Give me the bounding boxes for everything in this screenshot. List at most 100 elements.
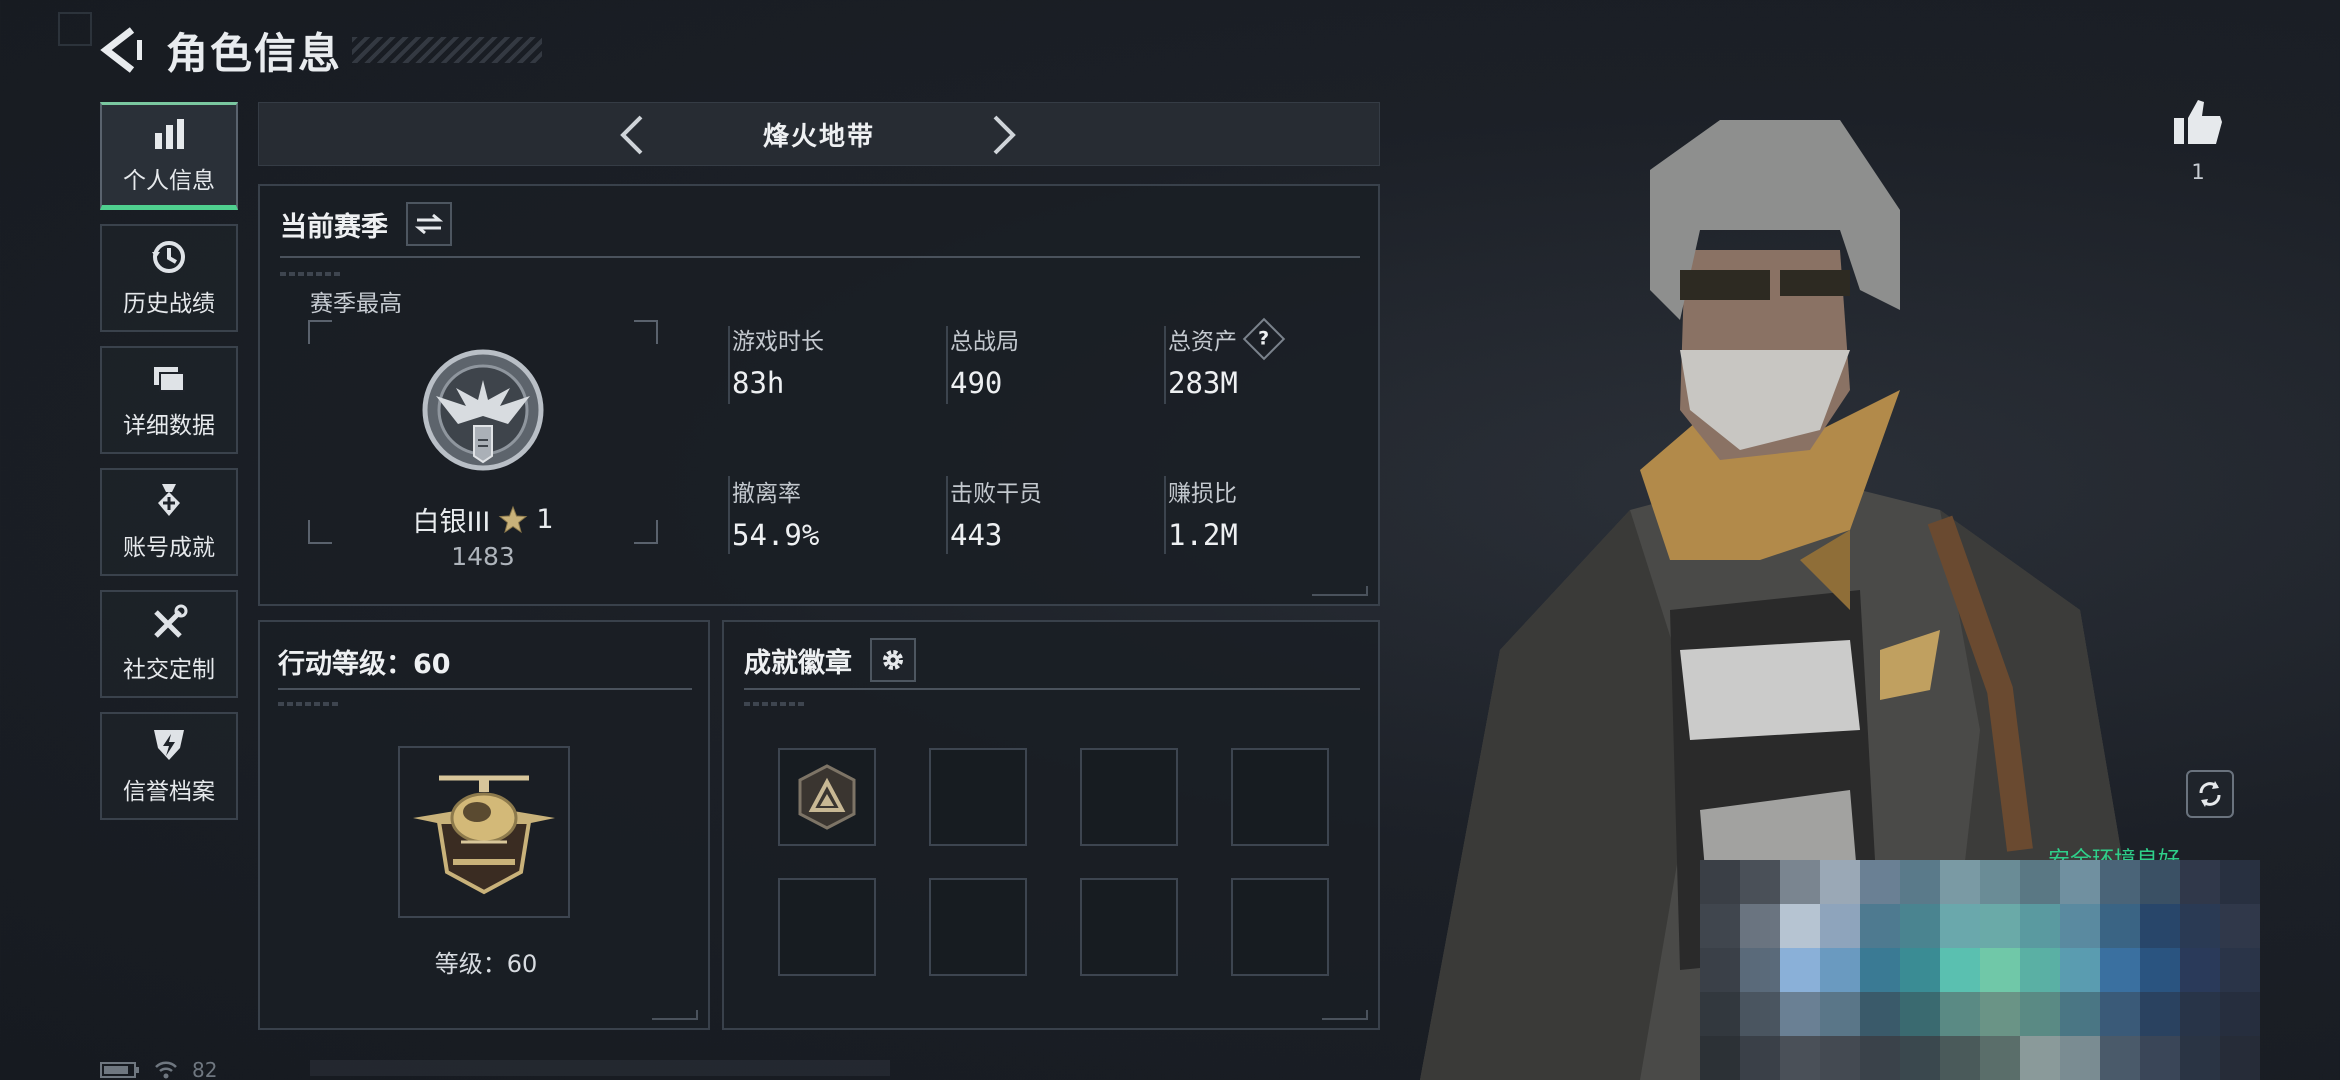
blurred-status-text xyxy=(310,1060,890,1076)
stat-label-row: 总资产 ? xyxy=(1168,317,1368,361)
stat-play-time: 游戏时长 83h xyxy=(732,322,932,400)
stripe-decoration xyxy=(280,272,340,276)
sidebar-item-credit[interactable]: 信誉档案 xyxy=(100,712,238,820)
rank-name: 白银III xyxy=(412,507,491,538)
swap-arrows-icon xyxy=(415,213,443,235)
achievement-badge-icon xyxy=(798,764,856,830)
badge-slot[interactable] xyxy=(778,878,876,976)
chevron-right-icon[interactable] xyxy=(989,113,1019,157)
season-title: 当前赛季 xyxy=(280,211,388,243)
stat-kills: 击败干员 443 xyxy=(950,474,1150,552)
divider xyxy=(744,688,1360,690)
pixelated-overlay xyxy=(1700,860,2260,1080)
chevron-left-icon[interactable] xyxy=(617,113,647,157)
stat-total-matches: 总战局 490 xyxy=(950,322,1150,400)
mode-selector: 烽火地带 xyxy=(258,102,1380,166)
sidebar-item-label: 详细数据 xyxy=(123,413,215,439)
badge-slot[interactable] xyxy=(929,748,1027,846)
stat-value: 443 xyxy=(950,518,1003,552)
helicopter-level-badge-icon xyxy=(413,775,555,895)
rank-display: 白银III 1 1483 xyxy=(308,320,658,571)
stat-label: 游戏时长 xyxy=(732,329,824,355)
help-glyph: ? xyxy=(1258,328,1270,350)
wrench-tools-icon xyxy=(154,604,188,638)
silver-rank-emblem-icon xyxy=(422,349,544,471)
stat-value: 490 xyxy=(950,366,1003,400)
season-best-label: 赛季最高 xyxy=(310,291,402,317)
sidebar-item-social[interactable]: 社交定制 xyxy=(100,590,238,698)
thumbs-up-icon[interactable] xyxy=(2170,96,2226,148)
rotate-model-button[interactable] xyxy=(2186,770,2234,818)
sidebar-item-label: 历史战绩 xyxy=(123,291,215,317)
rank-stars: 1 xyxy=(536,504,554,535)
divider xyxy=(728,476,730,554)
stat-label: 总战局 xyxy=(950,329,1019,355)
battery-text: 82 xyxy=(192,1058,218,1080)
action-level-badge xyxy=(398,746,570,918)
sidebar-item-label: 账号成就 xyxy=(123,535,215,561)
like-count: 1 xyxy=(2191,160,2205,184)
sidebar-item-label: 个人信息 xyxy=(123,168,215,194)
help-icon[interactable]: ? xyxy=(1242,317,1286,361)
medal-icon xyxy=(158,484,180,516)
rank-score: 1483 xyxy=(451,542,515,571)
divider xyxy=(946,476,948,554)
action-level-text: 等级：60 xyxy=(434,950,538,978)
stat-label: 总资产 xyxy=(1168,329,1237,355)
badge-slot[interactable] xyxy=(1231,878,1329,976)
badge-slot[interactable] xyxy=(929,878,1027,976)
page-title: 角色信息 xyxy=(166,28,343,78)
frame-corner xyxy=(634,320,658,344)
stripe-decoration xyxy=(278,702,338,706)
sidebar-item-label: 信誉档案 xyxy=(123,779,215,805)
stat-label: 撤离率 xyxy=(732,481,801,507)
stat-total-assets: 总资产 ? 283M xyxy=(1168,317,1368,400)
divider xyxy=(946,326,948,404)
refresh-icon xyxy=(2199,781,2221,807)
divider xyxy=(1164,326,1166,404)
corner-decoration xyxy=(1322,1010,1368,1020)
star-icon xyxy=(499,505,528,533)
stat-label: 赚损比 xyxy=(1168,481,1237,507)
season-switch-button[interactable] xyxy=(406,202,452,246)
folder-icon xyxy=(154,367,185,392)
stripe-decoration xyxy=(744,702,804,706)
action-level-title: 行动等级：60 xyxy=(278,649,451,680)
corner-decoration xyxy=(1312,586,1368,596)
divider xyxy=(278,688,692,690)
divider xyxy=(1164,476,1166,554)
stat-value: 283M xyxy=(1168,366,1238,400)
badge-slot[interactable] xyxy=(1080,748,1178,846)
badge-slot[interactable] xyxy=(778,748,876,846)
divider xyxy=(280,256,1360,258)
sidebar-item-label: 社交定制 xyxy=(123,657,215,683)
sidebar-item-history[interactable]: 历史战绩 xyxy=(100,224,238,332)
frame-corner xyxy=(308,320,332,344)
corner-decoration xyxy=(652,1010,698,1020)
stat-label: 击败干员 xyxy=(950,481,1042,507)
sidebar-item-achievements[interactable]: 账号成就 xyxy=(100,468,238,576)
title-decoration xyxy=(352,37,543,63)
stat-profit-ratio: 赚损比 1.2M xyxy=(1168,474,1368,552)
divider xyxy=(728,326,730,404)
achievement-badges-panel: 成就徽章 xyxy=(722,620,1380,1030)
sidebar-item-detailed-data[interactable]: 详细数据 xyxy=(100,346,238,454)
back-arrow-icon[interactable] xyxy=(100,26,142,74)
badges-settings-button[interactable] xyxy=(870,638,916,682)
history-clock-icon xyxy=(152,241,185,273)
badge-slot[interactable] xyxy=(1231,748,1329,846)
battery-icon xyxy=(100,1062,139,1078)
badge-slot[interactable] xyxy=(1080,878,1178,976)
rank-name-row: 白银III 1 xyxy=(308,500,658,539)
gear-icon xyxy=(883,650,903,670)
stat-value: 83h xyxy=(732,366,785,400)
status-bar: 82 xyxy=(100,1058,217,1080)
sidebar: 个人信息 历史战绩 详细数据 账号成就 社交定制 信誉档案 xyxy=(100,102,238,834)
stat-value: 1.2M xyxy=(1168,518,1238,552)
season-header: 当前赛季 xyxy=(280,202,452,246)
mode-label: 烽火地带 xyxy=(762,121,875,152)
sidebar-item-personal-info[interactable]: 个人信息 xyxy=(100,102,238,210)
stat-extract-rate: 撤离率 54.9% xyxy=(732,474,932,552)
badges-title: 成就徽章 xyxy=(744,647,852,679)
page-header: 角色信息 xyxy=(100,20,543,80)
